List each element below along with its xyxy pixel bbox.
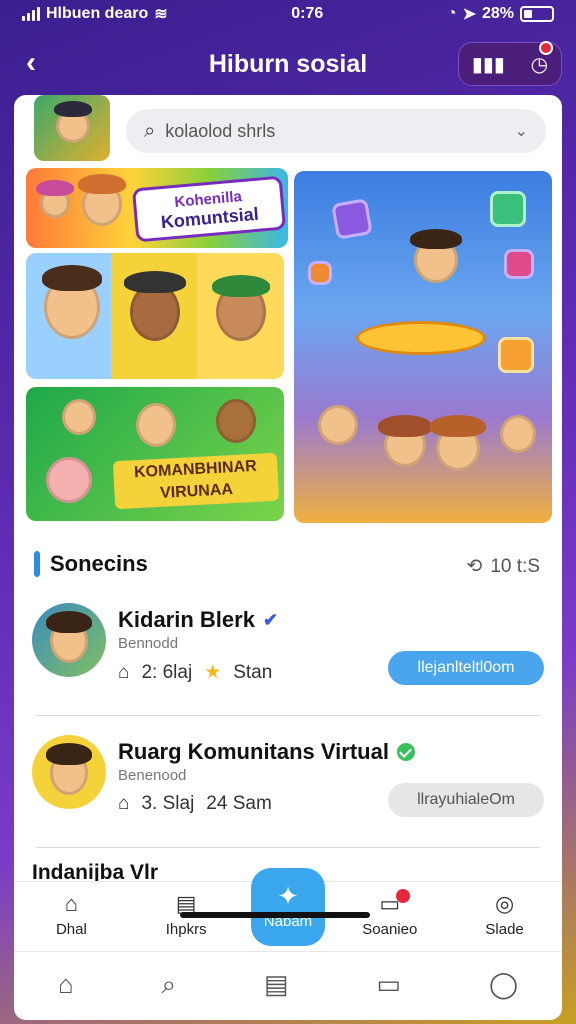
chat-icon: ▭: [379, 889, 411, 917]
community-stats: ⌂ 3. Slaj 24 Sam: [118, 793, 272, 815]
search-placeholder: kolaolod shrls: [165, 120, 276, 141]
search-input[interactable]: ⌕ kolaolod shrls ⌄: [126, 109, 546, 153]
tab-label: Ihpkrs: [165, 921, 207, 938]
verified-icon: [396, 743, 415, 761]
section-count: 10 t:S: [490, 555, 540, 577]
grid-icon[interactable]: ▮▮▮: [472, 52, 505, 77]
members-tile[interactable]: [26, 253, 284, 379]
header-actions: ▮▮▮ ◷: [458, 41, 562, 86]
tab-label: Soanieo: [362, 921, 418, 938]
clock-icon[interactable]: ◷: [531, 52, 548, 77]
community-name-text: Ruarg Komunitans Virtual: [118, 739, 389, 764]
tab-nabam[interactable]: ✦ Nabam: [250, 867, 325, 946]
section-meta[interactable]: ⟲ 10 t:S: [466, 555, 540, 578]
battery-icon: [520, 6, 554, 22]
community-subtitle: Bennodd: [118, 635, 179, 652]
profile-search-icon: ◎: [494, 891, 515, 916]
home-icon: ⌂: [118, 661, 130, 683]
home-icon[interactable]: ⌂: [58, 969, 74, 1000]
main-card: ⌕ kolaolod shrls ⌄ Kohenilla Komuntsial …: [14, 95, 562, 1020]
clock-time: 0:76: [291, 5, 324, 22]
stat-members: 2: 6laj: [141, 661, 193, 683]
tab-slade[interactable]: ◎ Slade: [455, 891, 555, 938]
community-stats: ⌂ 2: 6laj ★ Stan: [118, 661, 272, 684]
stat-time: 24 Sam: [206, 793, 272, 814]
featured-illustration[interactable]: [294, 171, 552, 523]
document-icon[interactable]: ▤: [264, 969, 289, 1000]
notification-badge: [396, 889, 411, 903]
divider: [36, 715, 540, 716]
page-title: Hiburn sosial: [208, 49, 368, 78]
community-name-text: Kidarin Blerk: [118, 607, 255, 632]
community-subtitle: Benenood: [118, 767, 187, 784]
user-icon[interactable]: ◯: [489, 969, 518, 1000]
notification-badge: [539, 41, 553, 55]
signal-icon: [22, 7, 40, 21]
list-item[interactable]: Ruarg Komunitans Virtual Benenood ⌂ 3. S…: [32, 727, 544, 837]
home-indicator[interactable]: [180, 912, 370, 918]
search-icon[interactable]: ⌕: [162, 969, 177, 1001]
home-icon: ⌂: [118, 793, 130, 814]
tab-dhal[interactable]: ⌂ Dhal: [21, 891, 121, 938]
refresh-icon: ⟲: [466, 556, 483, 577]
bird-icon: ✦: [277, 881, 299, 911]
back-button[interactable]: ‹: [26, 48, 36, 78]
home-flag-icon: ⌂: [64, 891, 79, 916]
tab-label: Slade: [485, 921, 524, 938]
search-icon: ⌕: [144, 119, 156, 142]
community-banner-tile[interactable]: Kohenilla Komuntsial: [26, 168, 288, 248]
status-bar: Hlbuen dearo ≋ 0:76 ◔ ➤ 28%: [0, 0, 576, 28]
join-button[interactable]: llrayuhialeOm: [388, 783, 544, 817]
section-accent-bar: [34, 551, 40, 577]
chevron-down-icon[interactable]: ⌄: [515, 121, 528, 141]
avatar: [32, 603, 106, 677]
join-button[interactable]: llejanlteltl0om: [388, 651, 544, 685]
list-item[interactable]: Kidarin Blerk ✔ Bennodd ⌂ 2: 6laj ★ Stan…: [32, 595, 544, 705]
battery-percent: 28%: [481, 5, 514, 22]
tab-label: Dhal: [55, 921, 87, 938]
verified-icon: ✔: [262, 609, 279, 630]
location-icon: ➤: [462, 6, 476, 23]
stat-rating: Stan: [233, 661, 273, 683]
alarm-icon: ◔: [446, 5, 457, 22]
carrier-label: Hlbuen dearo: [46, 5, 149, 22]
app-header: ‹ Hiburn sosial ▮▮▮ ◷: [14, 34, 562, 94]
bottom-nav: ⌂ ⌕ ▤ ▭ ◯: [14, 951, 562, 1017]
section-header: Sonecins: [34, 551, 148, 577]
virtual-tile[interactable]: KOMANBHINAR VIRUNAA: [26, 387, 284, 521]
star-icon: ★: [204, 662, 222, 683]
community-name: Ruarg Komunitans Virtual: [118, 739, 415, 765]
stat-members: 3. Slaj: [141, 793, 195, 814]
wifi-icon: ≋: [154, 6, 168, 23]
avatar: [32, 735, 106, 809]
banner-label: Kohenilla Komuntsial: [131, 175, 287, 243]
tv-icon[interactable]: ▭: [376, 969, 401, 1000]
section-title: Sonecins: [50, 551, 148, 576]
community-name: Kidarin Blerk ✔: [118, 607, 278, 633]
divider: [36, 847, 540, 848]
user-avatar[interactable]: [34, 95, 110, 161]
virtual-tile-label: KOMANBHINAR VIRUNAA: [112, 452, 280, 510]
